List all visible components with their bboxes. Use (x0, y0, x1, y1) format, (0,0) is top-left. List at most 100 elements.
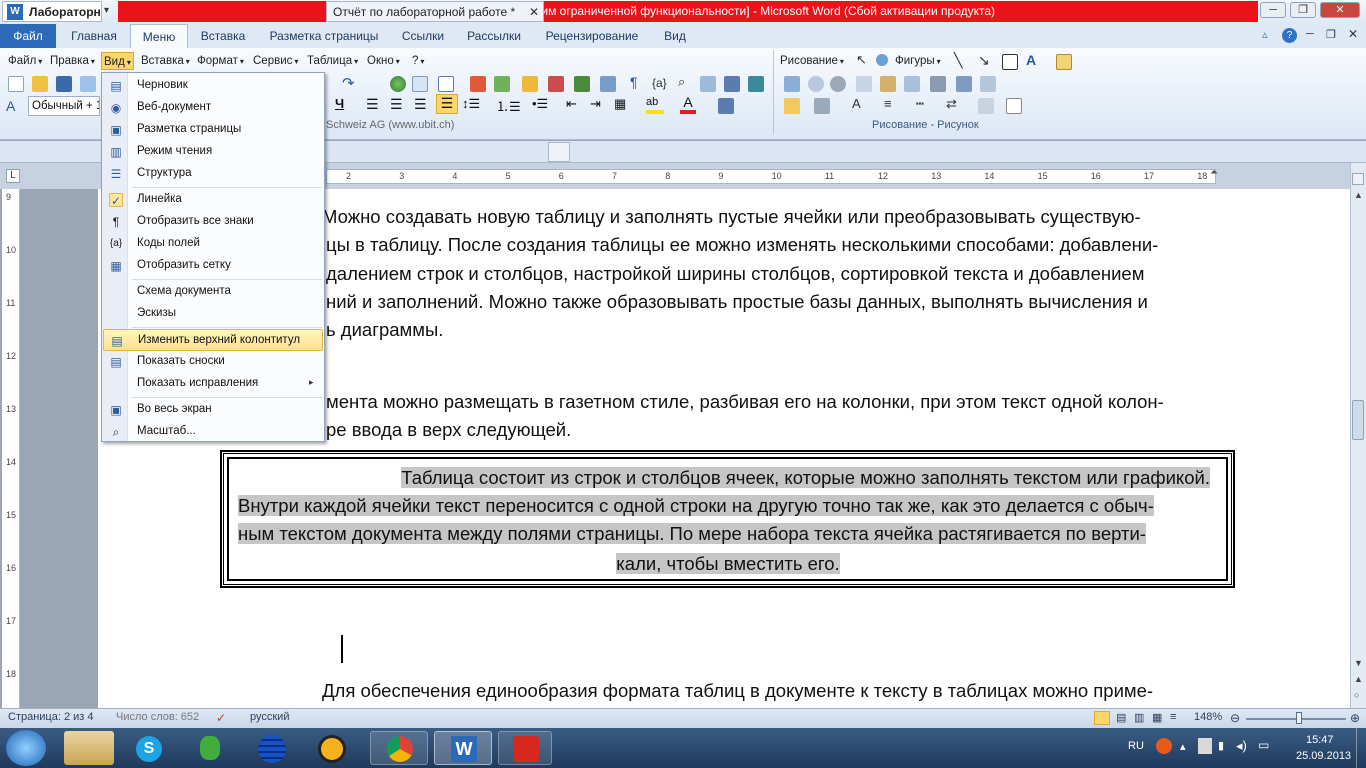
menu-tools[interactable]: Сервис ▾ (253, 52, 298, 70)
doc-tab-report[interactable]: Отчёт по лабораторной работе * ✕ (326, 1, 544, 22)
menu-item-outline[interactable]: ☰ Структура (103, 163, 323, 185)
chrome-icon[interactable] (370, 731, 428, 765)
justify-icon[interactable]: ☰ (436, 94, 458, 114)
show-desktop-button[interactable] (1356, 728, 1366, 768)
input-language[interactable]: RU (1128, 740, 1144, 752)
zoom-slider-thumb[interactable] (1296, 712, 1302, 724)
line-icon[interactable]: ╲ (954, 52, 962, 69)
prev-page-icon[interactable]: ▲ (1354, 674, 1363, 684)
clock-date[interactable]: 25.09.2013 (1296, 750, 1351, 762)
textbox-icon[interactable] (1002, 54, 1018, 70)
zoom-in-icon[interactable]: ⊕ (1350, 711, 1360, 725)
explorer-icon[interactable] (64, 731, 114, 765)
new-tab-icon[interactable] (548, 142, 570, 162)
volume-icon[interactable]: ◂) (1236, 738, 1247, 754)
columns-icon[interactable] (494, 76, 510, 92)
menu-item-show-markup[interactable]: Показать исправления ▸ (103, 373, 323, 395)
group-icon[interactable] (856, 76, 872, 92)
doc-minimize-icon[interactable]: ─ (1306, 28, 1314, 40)
underline-icon[interactable]: Ч (335, 96, 344, 111)
decrease-indent-icon[interactable]: ⇤ (566, 96, 577, 112)
3d-style-icon[interactable] (1006, 98, 1022, 114)
save-toolbar-icon[interactable] (56, 76, 72, 92)
scroll-thumb[interactable] (1352, 400, 1364, 440)
redo-toolbar-icon[interactable]: ↷ (342, 74, 355, 92)
align-center-icon[interactable]: ☰ (390, 96, 403, 113)
picture-icon[interactable] (784, 76, 800, 92)
menu-edit[interactable]: Правка ▾ (50, 52, 95, 70)
doc-restore-icon[interactable]: ❐ (1326, 28, 1336, 41)
doc-map-icon[interactable] (548, 76, 564, 92)
menu-item-zoom[interactable]: ⌕ Масштаб... (103, 421, 323, 443)
select-objects-icon[interactable]: ↖ (856, 52, 867, 68)
menu-item-show-all[interactable]: ¶ Отобразить все знаки (103, 211, 323, 233)
shadow-icon[interactable] (808, 76, 824, 92)
line-spacing-icon[interactable]: ↕☰ (462, 96, 480, 112)
highlight-icon[interactable]: ab (646, 96, 664, 114)
menu-item-edit-header[interactable]: ▤ Изменить верхний колонтитул (103, 329, 323, 351)
menu-item-doc-map[interactable]: Схема документа (103, 281, 323, 303)
drawing-menu[interactable]: Рисование ▾ (780, 52, 844, 70)
3d-icon[interactable] (830, 76, 846, 92)
tab-home[interactable]: Главная (66, 24, 122, 48)
menu-item-draft[interactable]: ▤ Черновик (103, 75, 323, 97)
help-icon[interactable]: ? (1282, 28, 1297, 43)
arrow-style-icon[interactable]: ⇄ (946, 96, 957, 112)
draft-view-icon[interactable]: ≡ (1170, 711, 1176, 723)
tab-review[interactable]: Рецензирование (540, 24, 644, 48)
numbering-icon[interactable]: ⒈☰ (496, 96, 521, 115)
align-left-icon[interactable]: ☰ (366, 96, 379, 113)
acrobat-icon[interactable] (498, 731, 552, 765)
menu-window[interactable]: Окно ▾ (367, 52, 400, 70)
insert-table-icon[interactable] (438, 76, 454, 92)
arrow-icon[interactable]: ↘ (978, 52, 990, 69)
menu-item-full-screen[interactable]: ▣ Во весь экран (103, 399, 323, 421)
bullets-icon[interactable]: •☰ (532, 96, 548, 112)
language-label[interactable]: русский (250, 711, 289, 723)
show-hide-icon[interactable] (574, 76, 590, 92)
plant-app-icon[interactable] (184, 731, 234, 765)
zoom-out-icon[interactable]: ⊖ (1230, 711, 1240, 725)
menu-view[interactable]: Вид ▾ (101, 52, 134, 70)
tab-menu[interactable]: Меню (130, 24, 188, 49)
tray-app-icon[interactable] (1156, 738, 1172, 754)
menu-item-thumbnails[interactable]: Эскизы (103, 303, 323, 325)
close-button[interactable]: ✕ (1320, 2, 1360, 18)
close-tab-icon[interactable]: ✕ (529, 2, 539, 22)
zoom-level[interactable]: 148% (1194, 711, 1222, 723)
style-select[interactable]: Обычный + 1 (28, 96, 100, 116)
tab-selector-icon[interactable]: L (6, 169, 20, 183)
crop-icon[interactable] (956, 76, 972, 92)
font-color-drawing-icon[interactable]: A (852, 96, 861, 111)
reading-mode-icon[interactable] (700, 76, 716, 92)
scroll-down-icon[interactable]: ▼ (1354, 658, 1363, 668)
doc-close-icon[interactable]: ✕ (1348, 27, 1358, 41)
web-view-icon[interactable]: ▥ (1134, 711, 1144, 724)
font-color-icon[interactable]: A (680, 94, 696, 114)
research-icon[interactable] (748, 76, 764, 92)
fill-color-icon[interactable] (784, 98, 800, 114)
menu-item-web[interactable]: ◉ Веб-документ (103, 97, 323, 119)
tray-expand-icon[interactable]: ▴ (1180, 740, 1186, 753)
menu-item-grid[interactable]: ▦ Отобразить сетку (103, 255, 323, 277)
permission-icon[interactable] (80, 76, 96, 92)
battery-icon[interactable]: ▭ (1258, 738, 1269, 752)
wrap-icon[interactable] (930, 76, 946, 92)
menu-item-field-codes[interactable]: {a} Коды полей (103, 233, 323, 255)
reading-layout-icon[interactable] (718, 98, 734, 114)
wordart-icon[interactable]: A (1026, 52, 1036, 68)
menu-file[interactable]: Файл ▾ (8, 52, 42, 70)
start-button-icon[interactable] (6, 730, 46, 766)
bring-forward-icon[interactable] (980, 76, 996, 92)
borders-icon[interactable]: ▦ (614, 96, 626, 112)
find-icon[interactable]: ⌕ (678, 74, 685, 90)
tab-page-layout[interactable]: Разметка страницы (264, 24, 384, 48)
skype-icon[interactable]: S (124, 731, 174, 765)
tab-references[interactable]: Ссылки (396, 24, 450, 48)
proofing-icon[interactable]: ✓ (216, 711, 226, 725)
styles-icon[interactable]: A (6, 98, 15, 114)
minimize-button[interactable]: ─ (1260, 2, 1286, 18)
dash-style-icon[interactable]: ┅ (916, 96, 924, 112)
field-codes-toolbar-icon[interactable]: {a} (652, 76, 667, 90)
clock-time[interactable]: 15:47 (1306, 734, 1334, 746)
